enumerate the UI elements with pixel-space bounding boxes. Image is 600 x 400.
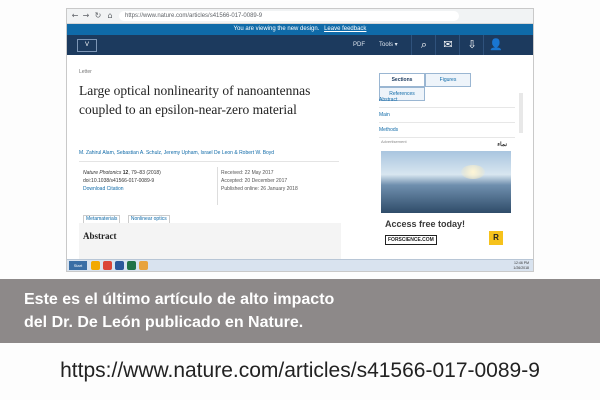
- chrome-icon[interactable]: [103, 261, 112, 270]
- advertisement[interactable]: Advertisement نماء Access free today! FO…: [381, 139, 511, 249]
- search-icon[interactable]: ⌕: [411, 35, 436, 55]
- tools-menu[interactable]: Tools ▾: [379, 39, 398, 51]
- section-item-abstract[interactable]: Abstract: [379, 93, 515, 108]
- tab-figures[interactable]: Figures: [425, 73, 471, 87]
- ad-headline: Access free today!: [385, 219, 466, 229]
- sidebar-scrollbar[interactable]: [519, 93, 523, 133]
- reload-icon[interactable]: ↻: [93, 11, 103, 21]
- clock-date: 1/26/2018: [513, 266, 529, 270]
- caption-line-2: del Dr. De León publicado en Nature.: [24, 314, 304, 331]
- accepted-date: Accepted: 20 December 2017: [221, 178, 288, 184]
- new-design-banner: You are viewing the new design. Leave fe…: [67, 24, 533, 35]
- citation-block: Nature Photonics 12, 79–83 (2018) doi:10…: [83, 169, 215, 193]
- journal-line: Nature Photonics 12, 79–83 (2018): [83, 169, 215, 177]
- browser-screenshot: ← → ↻ ⌂ https://www.nature.com/articles/…: [66, 8, 534, 272]
- ad-brand-logo: نماء: [497, 142, 507, 148]
- abstract-heading: Abstract: [83, 231, 117, 241]
- download-citation-link[interactable]: Download Citation: [83, 185, 215, 193]
- windows-taskbar: Start 12:46 PM 1/26/2018: [67, 259, 533, 271]
- sun-glow: [461, 165, 485, 179]
- download-icon[interactable]: ⇩: [459, 35, 484, 55]
- system-clock: 12:46 PM 1/26/2018: [513, 261, 529, 271]
- site-navbar: V PDF Tools ▾ ⌕ ✉ ⇩ 👤: [67, 35, 533, 55]
- journal-name: Nature Photonics: [83, 170, 122, 176]
- forward-icon[interactable]: →: [81, 11, 91, 21]
- excel-icon[interactable]: [127, 261, 136, 270]
- tab-sections[interactable]: Sections: [379, 73, 425, 87]
- ad-image: [381, 151, 511, 213]
- sidebar-tabs: Sections Figures References: [379, 73, 515, 101]
- browser-toolbar: ← → ↻ ⌂ https://www.nature.com/articles/…: [67, 9, 533, 24]
- word-icon[interactable]: [115, 261, 124, 270]
- ad-r-badge: R: [489, 231, 503, 245]
- email-icon[interactable]: ✉: [435, 35, 460, 55]
- author-list[interactable]: M. Zahirul Alam, Sebastian A. Schulz, Je…: [79, 150, 379, 156]
- published-date: Published online: 26 January 2018: [221, 186, 298, 192]
- doi: doi:10.1038/s41566-017-0089-9: [83, 178, 155, 184]
- divider: [217, 167, 218, 205]
- explorer-icon[interactable]: [91, 261, 100, 270]
- article-url[interactable]: https://www.nature.com/articles/s41566-0…: [0, 359, 600, 383]
- article-type: Letter: [79, 69, 92, 75]
- received-date: Received: 22 May 2017: [221, 170, 274, 176]
- section-item-main[interactable]: Main: [379, 108, 515, 123]
- journal-pages: , 79–83 (2018): [128, 170, 161, 176]
- divider: [79, 161, 339, 162]
- home-icon[interactable]: ⌂: [105, 11, 115, 21]
- user-icon[interactable]: 👤: [483, 35, 508, 55]
- section-list: Abstract Main Methods: [379, 93, 515, 138]
- abstract-section: Abstract: [79, 223, 341, 259]
- menu-button[interactable]: V: [77, 39, 97, 52]
- start-button[interactable]: Start: [69, 261, 87, 270]
- history-block: Received: 22 May 2017 Accepted: 20 Decem…: [221, 169, 341, 193]
- media-icon[interactable]: [139, 261, 148, 270]
- article-title: Large optical nonlinearity of nanoantenn…: [79, 83, 311, 117]
- pdf-button[interactable]: PDF: [353, 39, 365, 51]
- ad-site-logo: FORSCIENCE.COM: [385, 235, 437, 245]
- section-item-methods[interactable]: Methods: [379, 123, 515, 138]
- banner-text: You are viewing the new design.: [233, 26, 320, 32]
- feedback-link[interactable]: Leave feedback: [324, 26, 366, 32]
- article-page: Letter Large optical nonlinearity of nan…: [67, 55, 533, 259]
- caption-line-1: Este es el último artículo de alto impac…: [24, 291, 335, 308]
- back-icon[interactable]: ←: [70, 11, 80, 21]
- address-bar[interactable]: https://www.nature.com/articles/s41566-0…: [119, 11, 459, 21]
- caption-text: Este es el último artículo de alto impac…: [24, 288, 584, 334]
- ad-label: Advertisement: [381, 139, 407, 144]
